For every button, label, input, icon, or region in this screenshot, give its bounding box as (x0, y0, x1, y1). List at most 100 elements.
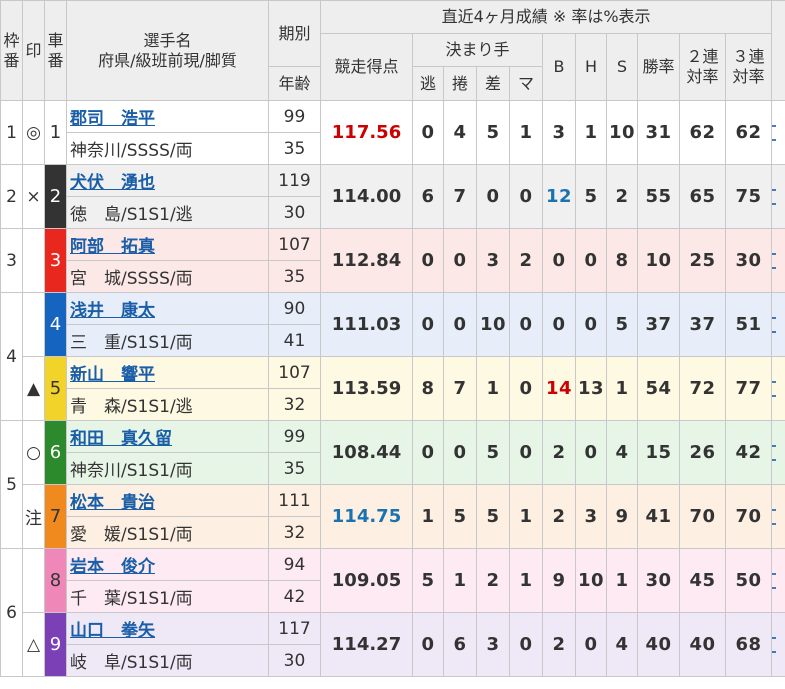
kimarite-sashi: 3 (476, 228, 510, 293)
race-entry-table: 枠番 印 車番 選手名 府県/級班前現/脚質 期別 直近4ヶ月成績 ※ 率は%表… (0, 0, 785, 677)
race-score: 108.44 (320, 420, 413, 485)
quinella-rate: 45 (679, 548, 726, 613)
back-count: 3 (542, 100, 576, 165)
quinella-rate: 26 (679, 420, 726, 485)
car-number: 6 (44, 420, 67, 485)
back-count: 0 (542, 292, 576, 357)
race-score: 114.00 (320, 164, 413, 229)
kimarite-ma: 0 (509, 420, 543, 485)
start-count: 2 (606, 164, 638, 229)
home-count: 0 (575, 420, 607, 485)
waku-number: 6 (0, 548, 23, 677)
rider-region-class-style: 愛 媛/S1S1/両 (66, 516, 269, 549)
header-s: S (606, 33, 638, 101)
trifecta-rate: 68 (724, 612, 773, 677)
rider-name-cell: 郡司 浩平 (66, 100, 269, 133)
kimarite-makuri: 0 (443, 228, 477, 293)
rider-name-link[interactable]: 松本 貴治 (70, 493, 155, 513)
header-edge (771, 0, 785, 101)
car-number: 8 (44, 548, 67, 613)
quinella-rate: 62 (679, 100, 726, 165)
trifecta-rate: 70 (724, 484, 773, 549)
table-row: ▲ 5 新山 響平 107 113.59 8 7 1 0 14 13 1 54 72 77 (1, 356, 785, 421)
trifecta-rate: 50 (724, 548, 773, 613)
table-row: △ 9 山口 拳矢 117 114.27 0 6 3 0 2 0 4 40 40 68 (1, 612, 785, 677)
edge-link-icon (772, 124, 777, 141)
home-count: 0 (575, 228, 607, 293)
rider-name-cell: 和田 真久留 (66, 420, 269, 453)
prediction-mark: × (22, 164, 45, 229)
prediction-mark: 注 (22, 484, 45, 549)
kimarite-ma: 1 (509, 484, 543, 549)
row-edge-link[interactable] (771, 100, 785, 165)
edge-link-icon (772, 636, 777, 653)
rider-region-class-style: 神奈川/SSSS/両 (66, 132, 269, 165)
table-row: 注 7 松本 貴治 111 114.75 1 5 5 1 2 3 9 41 70 70 (1, 484, 785, 549)
row-edge-link[interactable] (771, 292, 785, 357)
car-number: 2 (44, 164, 67, 229)
rider-name-link[interactable]: 浅井 康太 (70, 301, 155, 321)
age-value: 32 (268, 516, 321, 549)
car-number: 5 (44, 356, 67, 421)
age-value: 30 (268, 644, 321, 677)
start-count: 4 (606, 612, 638, 677)
kimarite-nige: 0 (412, 612, 444, 677)
waku-number: 1 (0, 100, 23, 165)
trifecta-rate: 75 (724, 164, 773, 229)
rider-region-class-style: 岐 阜/S1S1/両 (66, 644, 269, 677)
header-rider-name-line1: 選手名 (143, 30, 192, 50)
age-value: 42 (268, 580, 321, 613)
table-row: 6 8 岩本 俊介 94 109.05 5 1 2 1 9 10 1 30 45 50 (0, 548, 785, 677)
race-score: 112.84 (320, 228, 413, 293)
row-edge-link[interactable] (771, 356, 785, 421)
header-mark: 印 (22, 0, 45, 101)
rider-name-link[interactable]: 新山 響平 (70, 365, 155, 385)
home-count: 13 (575, 356, 607, 421)
age-value: 32 (268, 388, 321, 421)
rider-name-link[interactable]: 山口 拳矢 (70, 621, 155, 641)
row-edge-link[interactable] (771, 612, 785, 677)
back-count: 0 (542, 228, 576, 293)
trifecta-rate: 51 (724, 292, 773, 357)
start-count: 10 (606, 100, 638, 165)
home-count: 5 (575, 164, 607, 229)
home-count: 0 (575, 292, 607, 357)
row-edge-link[interactable] (771, 420, 785, 485)
row-edge-link[interactable] (771, 484, 785, 549)
header-rate3-line1: ３連 (732, 47, 765, 66)
kimarite-sashi: 5 (476, 484, 510, 549)
race-score: 114.75 (320, 484, 413, 549)
rider-name-cell: 松本 貴治 (66, 484, 269, 517)
edge-link-icon (772, 572, 777, 589)
kimarite-ma: 0 (509, 164, 543, 229)
term-value: 117 (268, 612, 321, 645)
rider-name-cell: 岩本 俊介 (66, 548, 269, 581)
rider-name-link[interactable]: 岩本 俊介 (70, 557, 155, 577)
back-count: 12 (542, 164, 576, 229)
prediction-mark: ▲ (22, 356, 45, 421)
rider-region-class-style: 三 重/S1S1/両 (66, 324, 269, 357)
rider-name-link[interactable]: 和田 真久留 (70, 429, 172, 449)
row-edge-link[interactable] (771, 548, 785, 613)
kimarite-makuri: 7 (443, 356, 477, 421)
header-car: 車番 (44, 0, 67, 101)
quinella-rate: 37 (679, 292, 726, 357)
header-b: B (542, 33, 576, 101)
rider-name-link[interactable]: 郡司 浩平 (70, 109, 155, 129)
win-rate: 54 (637, 356, 680, 421)
kimarite-sashi: 5 (476, 100, 510, 165)
rider-region-class-style: 宮 城/SSSS/両 (66, 260, 269, 293)
header-win-rate: 勝率 (637, 33, 680, 101)
edge-link-icon (772, 188, 777, 205)
win-rate: 40 (637, 612, 680, 677)
row-edge-link[interactable] (771, 164, 785, 229)
row-edge-link[interactable] (771, 228, 785, 293)
edge-link-icon (772, 508, 777, 525)
rider-region-class-style: 千 葉/S1S1/両 (66, 580, 269, 613)
rider-name-cell: 犬伏 湧也 (66, 164, 269, 197)
car-number: 3 (44, 228, 67, 293)
kimarite-sashi: 5 (476, 420, 510, 485)
rider-name-link[interactable]: 犬伏 湧也 (70, 173, 155, 193)
rider-name-link[interactable]: 阿部 拓真 (70, 237, 155, 257)
car-number: 1 (44, 100, 67, 165)
